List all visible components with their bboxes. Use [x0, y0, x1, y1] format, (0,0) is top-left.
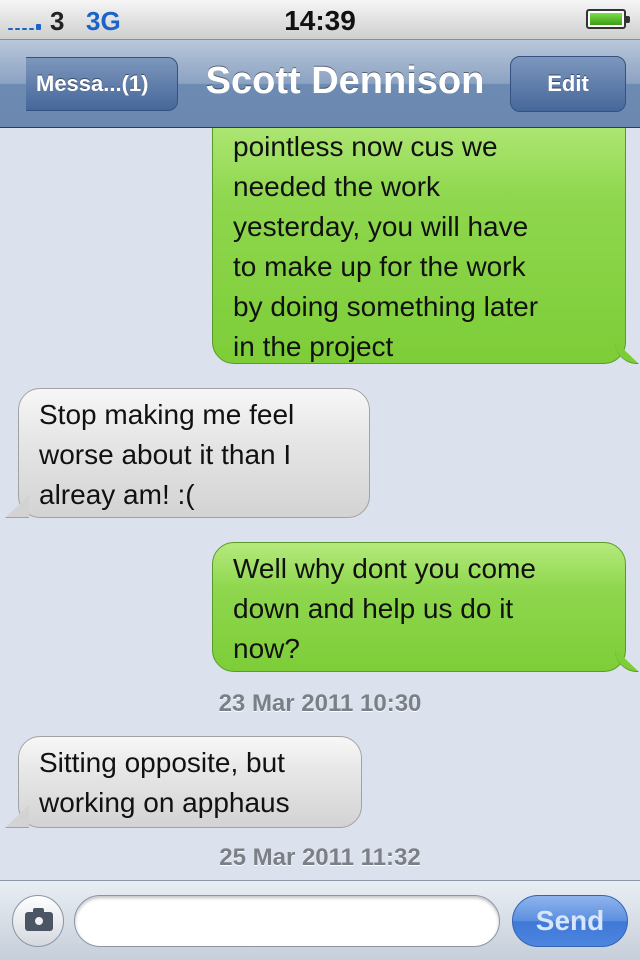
conversation-thread[interactable]: pointless now cus we needed the work yes… — [0, 128, 640, 880]
battery-icon — [586, 9, 630, 29]
conversation-title: Scott Dennison — [205, 60, 485, 102]
edit-button[interactable]: Edit — [510, 56, 626, 112]
sent-message-bubble: Well why dont you come down and help us … — [212, 542, 639, 672]
message-text: pointless now cus we needed the work yes… — [233, 131, 539, 362]
navigation-bar: Messa...(1) Scott Dennison Edit — [0, 40, 640, 128]
message-text: Well why dont you come down and help us … — [233, 553, 536, 664]
message-input[interactable] — [74, 895, 500, 947]
received-message-bubble: Stop making me feel worse about it than … — [5, 388, 370, 518]
status-time: 14:39 — [284, 5, 356, 36]
message-text: Stop making me feel worse about it than … — [39, 399, 295, 510]
camera-button[interactable] — [12, 895, 64, 947]
status-bar: 3 3G 14:39 — [0, 0, 640, 40]
received-message-bubble: Sitting opposite, but working on apphaus — [5, 736, 362, 828]
sent-message-bubble: pointless now cus we needed the work yes… — [212, 128, 639, 364]
message-timestamp: 25 Mar 2011 11:32 — [219, 844, 421, 871]
message-composer: Send — [0, 880, 640, 960]
send-button[interactable]: Send — [512, 895, 628, 947]
message-text: Sitting opposite, but working on apphaus — [39, 747, 290, 818]
back-button-label: Messa...(1) — [36, 71, 149, 96]
message-timestamp: 23 Mar 2011 10:30 — [218, 690, 422, 717]
back-to-messages-button[interactable]: Messa...(1) — [26, 57, 178, 111]
